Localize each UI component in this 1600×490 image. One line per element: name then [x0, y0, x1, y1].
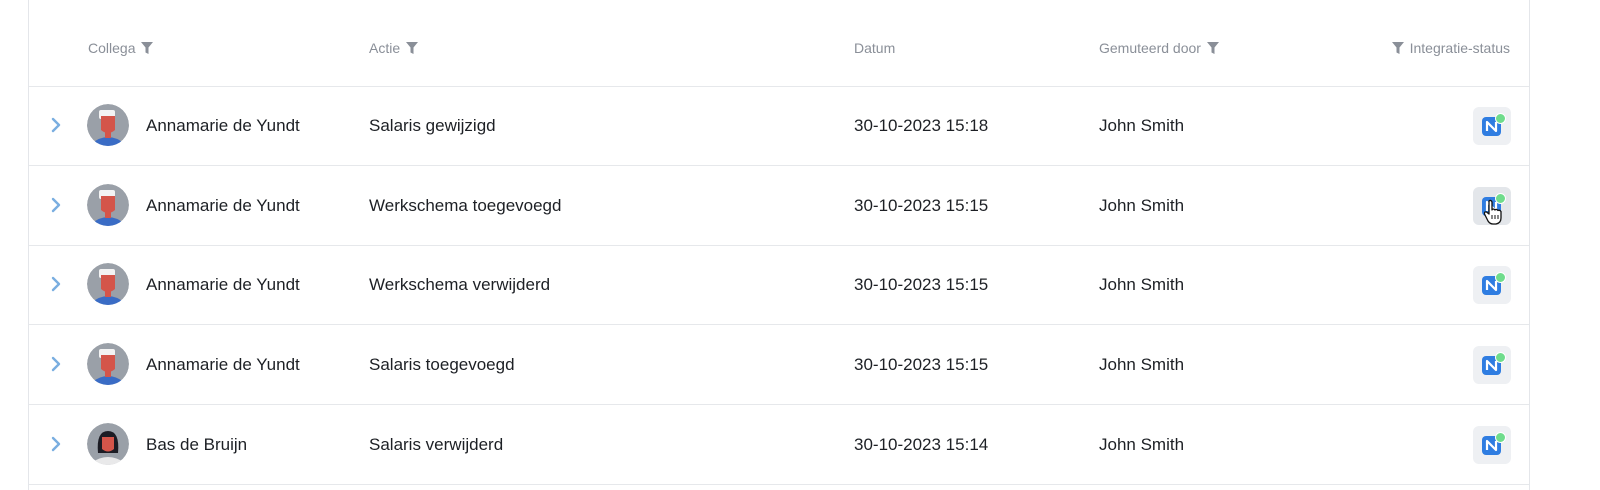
status-dot-icon — [1495, 432, 1506, 443]
column-header-actie[interactable]: Actie — [369, 40, 419, 56]
collega-name: Annamarie de Yundt — [146, 354, 300, 374]
filter-icon[interactable] — [1206, 42, 1219, 54]
table-row[interactable]: Annamarie de Yundt Salaris gewijzigd 30-… — [29, 86, 1529, 166]
gemuteerd-door-text: John Smith — [1099, 434, 1185, 454]
integration-status-button[interactable] — [1473, 266, 1511, 304]
avatar — [87, 423, 129, 465]
status-dot-icon — [1495, 272, 1506, 283]
filter-icon[interactable] — [141, 42, 154, 54]
integration-status-button[interactable] — [1473, 187, 1511, 225]
column-header-actie-label: Actie — [369, 40, 401, 56]
avatar — [87, 184, 129, 226]
actie-text: Werkschema toegevoegd — [369, 195, 562, 215]
actie-text: Werkschema verwijderd — [369, 274, 551, 294]
column-header-collega[interactable]: Collega — [88, 40, 154, 56]
chevron-right-icon[interactable] — [47, 115, 65, 135]
table-row[interactable]: Bas de Bruijn Salaris verwijderd 30-10-2… — [29, 405, 1529, 485]
datum-text: 30-10-2023 15:15 — [854, 195, 989, 215]
avatar — [87, 104, 129, 146]
table-row[interactable]: Annamarie de Yundt Werkschema verwijderd… — [29, 245, 1529, 325]
column-header-datum[interactable]: Datum — [854, 40, 895, 56]
gemuteerd-door-text: John Smith — [1099, 115, 1185, 135]
collega-name: Bas de Bruijn — [146, 434, 248, 454]
collega-name: Annamarie de Yundt — [146, 195, 300, 215]
integration-status-button[interactable] — [1473, 426, 1511, 464]
column-header-gemuteerd-door[interactable]: Gemuteerd door — [1099, 40, 1219, 56]
status-dot-icon — [1495, 113, 1506, 124]
actie-text: Salaris verwijderd — [369, 434, 504, 454]
avatar — [87, 263, 129, 305]
avatar — [87, 343, 129, 385]
datum-text: 30-10-2023 15:14 — [854, 434, 989, 454]
column-header-integratie-status-label: Integratie-status — [1409, 40, 1510, 56]
gemuteerd-door-text: John Smith — [1099, 274, 1185, 294]
status-dot-icon — [1495, 352, 1506, 363]
chevron-right-icon[interactable] — [47, 274, 65, 294]
column-header-datum-label: Datum — [854, 40, 896, 56]
integration-status-button[interactable] — [1473, 107, 1511, 145]
chevron-right-icon[interactable] — [47, 195, 65, 215]
mutation-log-table: Collega Actie Datum Gemuteerd door Integ… — [28, 0, 1530, 490]
actie-text: Salaris toegevoegd — [369, 354, 515, 374]
table-row[interactable]: Annamarie de Yundt Werkschema toegevoegd… — [29, 166, 1529, 246]
collega-name: Annamarie de Yundt — [146, 115, 300, 135]
filter-icon[interactable] — [406, 42, 419, 54]
datum-text: 30-10-2023 15:15 — [854, 354, 989, 374]
column-header-integratie-status[interactable]: Integratie-status — [1391, 40, 1510, 56]
datum-text: 30-10-2023 15:15 — [854, 274, 989, 294]
chevron-right-icon[interactable] — [47, 354, 65, 374]
table-header: Collega Actie Datum Gemuteerd door Integ… — [29, 0, 1529, 87]
gemuteerd-door-text: John Smith — [1099, 354, 1185, 374]
column-header-collega-label: Collega — [88, 40, 136, 56]
table-row[interactable]: Annamarie de Yundt Salaris toegevoegd 30… — [29, 325, 1529, 405]
hand-pointer-cursor-icon — [1483, 199, 1502, 225]
gemuteerd-door-text: John Smith — [1099, 195, 1185, 215]
integration-status-button[interactable] — [1473, 346, 1511, 384]
column-header-gemuteerd-door-label: Gemuteerd door — [1099, 40, 1201, 56]
actie-text: Salaris gewijzigd — [369, 115, 496, 135]
datum-text: 30-10-2023 15:18 — [854, 115, 989, 135]
chevron-right-icon[interactable] — [47, 434, 65, 454]
collega-name: Annamarie de Yundt — [146, 274, 300, 294]
filter-icon[interactable] — [1391, 42, 1404, 54]
